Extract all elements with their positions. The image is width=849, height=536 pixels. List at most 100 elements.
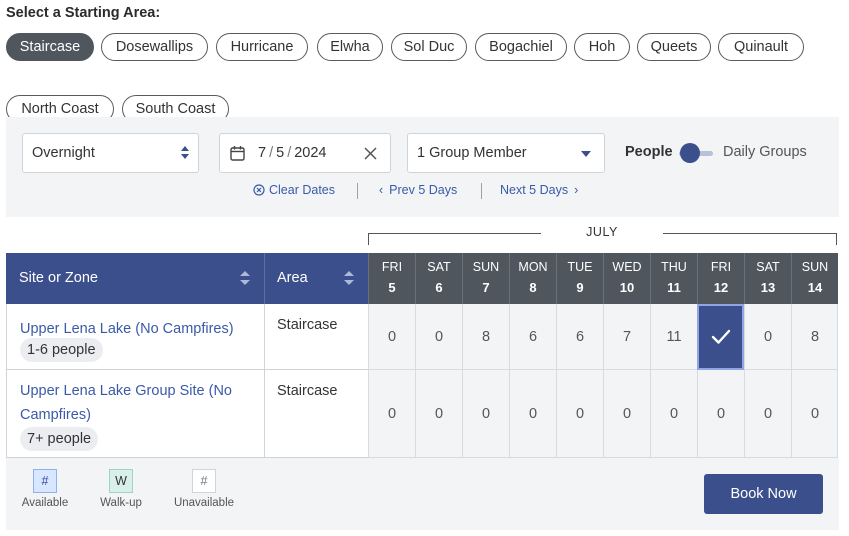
site-link[interactable]: Upper Lena Lake Group Site (No Campfires… [20, 379, 255, 427]
area-chip[interactable]: Bogachiel [475, 33, 567, 61]
day-of-week: SUN [472, 260, 500, 274]
clear-date-icon[interactable] [364, 147, 377, 160]
availability-cell[interactable]: 0 [697, 370, 744, 458]
day-header: SUN 7 [462, 253, 509, 304]
selected-date-cell[interactable] [697, 304, 744, 370]
date-month[interactable]: 7 [258, 145, 266, 161]
date-year[interactable]: 2024 [294, 145, 326, 161]
legend-swatch: # [33, 469, 57, 493]
capacity-badge: 7+ people [20, 427, 99, 451]
chevron-right-icon: › [574, 183, 579, 197]
day-number: 13 [760, 280, 776, 295]
sort-icon[interactable] [240, 271, 250, 285]
availability-cell[interactable]: 7 [603, 304, 650, 370]
availability-cell[interactable]: 0 [744, 370, 791, 458]
trip-type-select[interactable]: Overnight [22, 133, 199, 173]
day-number: 7 [482, 280, 490, 295]
toggle-people-label[interactable]: People [625, 144, 673, 160]
group-size-select[interactable]: 1 Group Member [407, 133, 605, 173]
legend-label: Unavailable [173, 497, 235, 509]
day-of-week: MON [518, 260, 548, 274]
day-of-week: THU [661, 260, 687, 274]
area-cell: Staircase [264, 304, 368, 370]
day-number: 14 [807, 280, 823, 295]
toggle-knob[interactable] [680, 143, 700, 163]
availability-cell[interactable]: 0 [744, 304, 791, 370]
day-number: 6 [435, 280, 443, 295]
legend-label: Available [21, 497, 69, 509]
legend-swatch: # [192, 469, 216, 493]
book-now-button[interactable]: Book Now [704, 474, 823, 514]
toggle-daily-groups-label[interactable]: Daily Groups [723, 144, 807, 160]
availability-cell[interactable]: 0 [415, 370, 462, 458]
date-separator: / [269, 145, 274, 161]
day-of-week: SAT [756, 260, 780, 274]
availability-cell[interactable]: 0 [650, 370, 697, 458]
area-chip[interactable]: Hurricane [216, 33, 308, 61]
month-label: JULY [541, 225, 663, 239]
day-number: 8 [529, 280, 537, 295]
day-number: 9 [576, 280, 584, 295]
clear-dates-link[interactable]: Clear Dates [253, 183, 335, 197]
filter-panel: Overnight 7/5/2024 1 Group Member People… [6, 117, 839, 217]
day-number: 5 [388, 280, 396, 295]
capacity-badge: 1-6 people [20, 338, 103, 362]
day-of-week: SAT [427, 260, 451, 274]
day-number: 11 [667, 280, 681, 295]
prev-days-label: Prev 5 Days [389, 183, 458, 197]
area-chip[interactable]: Elwha [317, 33, 383, 61]
calendar-icon[interactable] [230, 145, 245, 161]
clear-dates-label: Clear Dates [269, 183, 335, 197]
day-of-week: SUN [801, 260, 829, 274]
availability-cell[interactable]: 6 [509, 304, 556, 370]
site-cell: Upper Lena Lake Group Site (No Campfires… [6, 370, 264, 458]
area-chip[interactable]: Dosewallips [101, 33, 208, 61]
chevron-left-icon: ‹ [379, 183, 384, 197]
area-chip[interactable]: Queets [637, 33, 711, 61]
day-header: SAT 6 [415, 253, 462, 304]
next-days-label: Next 5 Days [500, 183, 569, 197]
area-cell: Staircase [264, 370, 368, 458]
day-header: FRI 5 [368, 253, 415, 304]
availability-cell[interactable]: 0 [462, 370, 509, 458]
availability-cell[interactable]: 0 [791, 370, 838, 458]
date-day[interactable]: 5 [276, 145, 284, 161]
col-header-site[interactable]: Site or Zone [6, 253, 264, 304]
availability-cell[interactable]: 6 [556, 304, 603, 370]
area-chip[interactable]: Sol Duc [391, 33, 467, 61]
availability-cell[interactable]: 0 [556, 370, 603, 458]
sort-icon[interactable] [344, 271, 354, 285]
availability-cell[interactable]: 0 [509, 370, 556, 458]
area-chip[interactable]: Staircase [6, 33, 94, 61]
col-header-site-label: Site or Zone [19, 270, 98, 286]
day-header: TUE 9 [556, 253, 603, 304]
availability-cell[interactable]: 0 [603, 370, 650, 458]
day-header: MON 8 [509, 253, 556, 304]
availability-cell[interactable]: 8 [791, 304, 838, 370]
area-chip[interactable]: Quinault [718, 33, 804, 61]
day-of-week: TUE [567, 260, 593, 274]
day-of-week: FRI [381, 260, 403, 274]
availability-cell[interactable]: 11 [650, 304, 697, 370]
date-separator: / [287, 145, 292, 161]
trip-type-value: Overnight [32, 145, 95, 161]
next-days-link[interactable]: Next 5 Days › [500, 183, 578, 197]
day-header: SUN 14 [791, 253, 838, 304]
col-header-area[interactable]: Area [264, 253, 368, 304]
caret-down-icon [581, 151, 591, 157]
prev-days-link[interactable]: ‹ Prev 5 Days [379, 183, 457, 197]
date-input[interactable]: 7/5/2024 [219, 133, 391, 173]
checkmark-icon [711, 329, 730, 344]
circle-x-icon [253, 184, 265, 196]
availability-cell[interactable]: 0 [368, 304, 415, 370]
area-chip[interactable]: Hoh [574, 33, 630, 61]
day-header: FRI 12 [697, 253, 744, 304]
legend-swatch: W [109, 469, 133, 493]
day-number: 10 [619, 280, 635, 295]
day-number: 12 [713, 280, 729, 295]
availability-cell[interactable]: 8 [462, 304, 509, 370]
availability-cell[interactable]: 0 [368, 370, 415, 458]
day-of-week: FRI [710, 260, 732, 274]
availability-cell[interactable]: 0 [415, 304, 462, 370]
legend-label: Walk-up [100, 497, 142, 509]
